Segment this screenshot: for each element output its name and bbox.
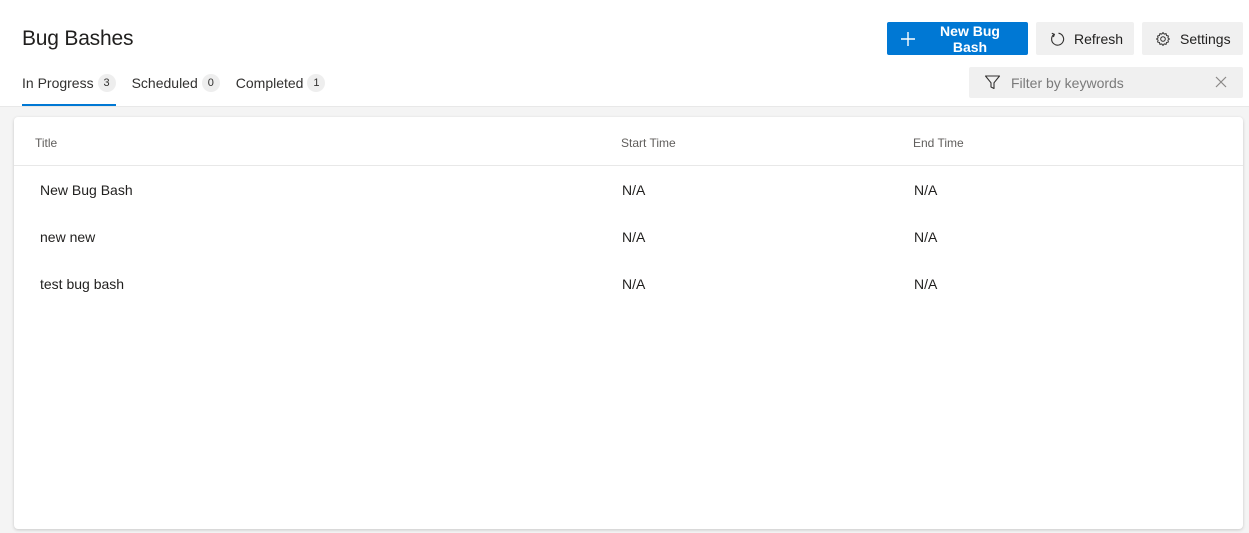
gear-icon bbox=[1155, 31, 1171, 47]
column-header-end-time[interactable]: End Time bbox=[913, 136, 964, 150]
filter-input[interactable] bbox=[1011, 74, 1201, 91]
tab-count-badge: 3 bbox=[97, 74, 116, 92]
title-cell[interactable]: new new bbox=[40, 229, 95, 245]
table-row[interactable]: new new N/A N/A bbox=[14, 213, 1243, 260]
new-bug-bash-label: New Bug Bash bbox=[940, 22, 1000, 55]
tab-completed[interactable]: Completed 1 bbox=[236, 70, 326, 107]
command-bar: New Bug Bash Refresh Settings bbox=[887, 22, 1243, 55]
settings-button[interactable]: Settings bbox=[1142, 22, 1243, 55]
tab-in-progress[interactable]: In Progress 3 bbox=[22, 70, 116, 107]
table-row[interactable]: New Bug Bash N/A N/A bbox=[14, 166, 1243, 213]
refresh-label: Refresh bbox=[1074, 30, 1124, 47]
end-time-cell: N/A bbox=[914, 182, 938, 198]
title-cell[interactable]: test bug bash bbox=[40, 276, 124, 292]
title-cell[interactable]: New Bug Bash bbox=[40, 182, 133, 198]
filter-icon bbox=[984, 74, 1001, 91]
end-time-cell: N/A bbox=[914, 276, 938, 292]
page-header: Bug Bashes In Progress 3 Scheduled 0 Com… bbox=[0, 0, 1249, 107]
tab-count-badge: 0 bbox=[201, 74, 220, 92]
tab-label: Scheduled bbox=[131, 75, 198, 91]
tab-label: Completed bbox=[235, 75, 304, 91]
tab-scheduled[interactable]: Scheduled 0 bbox=[132, 70, 220, 107]
tab-count-badge: 1 bbox=[307, 74, 326, 92]
start-time-cell: N/A bbox=[622, 229, 646, 245]
column-header-title[interactable]: Title bbox=[35, 136, 57, 150]
page-title: Bug Bashes bbox=[22, 27, 134, 50]
bug-bash-table: Title Start Time End Time New Bug Bash N… bbox=[14, 117, 1243, 529]
settings-label: Settings bbox=[1180, 30, 1231, 47]
table-row[interactable]: test bug bash N/A N/A bbox=[14, 260, 1243, 307]
new-bug-bash-button[interactable]: New Bug Bash bbox=[887, 22, 1028, 55]
add-icon bbox=[900, 31, 916, 47]
end-time-cell: N/A bbox=[914, 229, 938, 245]
filter-box bbox=[969, 67, 1243, 98]
refresh-button[interactable]: Refresh bbox=[1036, 22, 1134, 55]
column-header-start-time[interactable]: Start Time bbox=[621, 136, 676, 150]
tab-label: In Progress bbox=[22, 75, 94, 91]
start-time-cell: N/A bbox=[622, 276, 646, 292]
start-time-cell: N/A bbox=[622, 182, 646, 198]
close-icon[interactable] bbox=[1215, 76, 1227, 88]
tab-bar: In Progress 3 Scheduled 0 Completed 1 bbox=[22, 70, 341, 107]
refresh-icon bbox=[1049, 31, 1065, 47]
table-header: Title Start Time End Time bbox=[14, 117, 1243, 166]
